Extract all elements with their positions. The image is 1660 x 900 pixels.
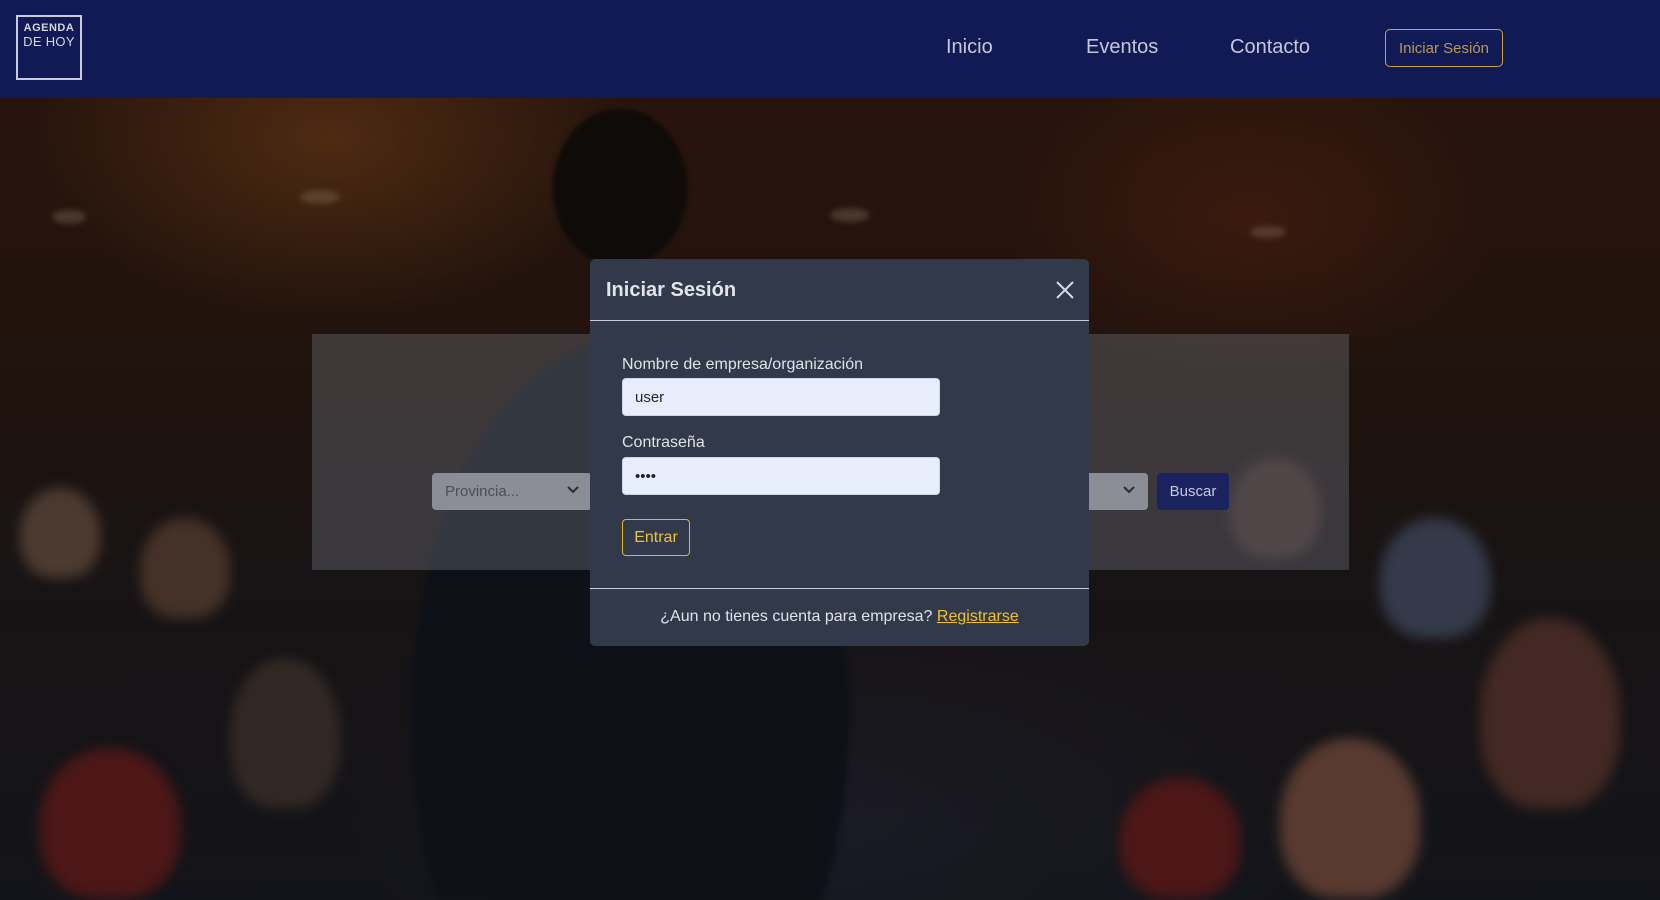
- company-label: Nombre de empresa/organización: [622, 356, 864, 373]
- search-button[interactable]: Buscar: [1157, 473, 1229, 510]
- provincia-placeholder: Provincia...: [445, 483, 520, 500]
- navbar: AGENDA DE HOY Inicio Eventos Contacto In…: [0, 0, 1660, 98]
- nav-link-contacto[interactable]: Contacto: [1230, 36, 1310, 59]
- nav-login-button[interactable]: Iniciar Sesión: [1385, 29, 1503, 67]
- close-icon[interactable]: [1052, 277, 1078, 303]
- site-logo[interactable]: AGENDA DE HOY: [16, 15, 82, 80]
- nav-link-eventos[interactable]: Eventos: [1086, 36, 1158, 59]
- footer-text-wrapper: ¿Aun no tienes cuenta para empresa? Regi…: [660, 608, 1018, 626]
- nav-link-inicio[interactable]: Inicio: [946, 36, 993, 59]
- modal-footer: ¿Aun no tienes cuenta para empresa? Regi…: [590, 588, 1089, 646]
- register-link[interactable]: Registrarse: [937, 608, 1019, 625]
- login-modal: Iniciar Sesión Nombre de empresa/organiz…: [590, 259, 1089, 646]
- modal-header: Iniciar Sesión: [590, 259, 1089, 321]
- password-input[interactable]: [622, 457, 940, 495]
- submit-button[interactable]: Entrar: [622, 519, 690, 556]
- modal-title: Iniciar Sesión: [606, 279, 737, 301]
- footer-prompt: ¿Aun no tienes cuenta para empresa?: [660, 608, 933, 625]
- logo-line2: DE HOY: [23, 34, 75, 49]
- provincia-select[interactable]: Provincia...: [432, 473, 592, 510]
- password-label: Contraseña: [622, 434, 705, 451]
- chevron-down-icon: [1122, 482, 1136, 499]
- chevron-down-icon: [566, 482, 580, 499]
- company-input[interactable]: [622, 378, 940, 416]
